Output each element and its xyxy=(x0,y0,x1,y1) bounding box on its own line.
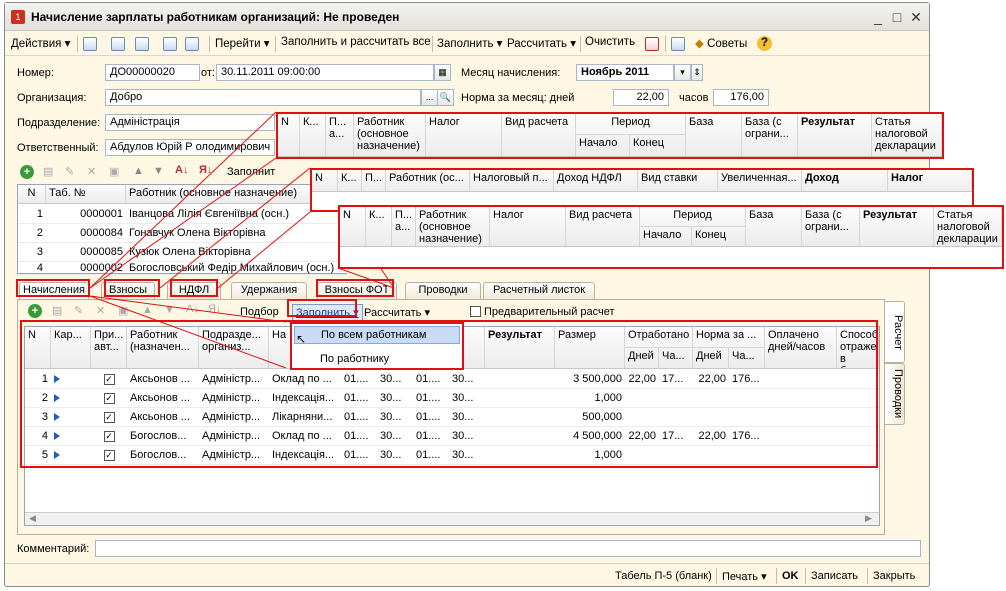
c1-col-p: П... а... xyxy=(326,114,354,156)
c1-col-base-lim: База (с ограни... xyxy=(742,114,798,156)
c2-col-income: Доход НДФЛ xyxy=(554,170,638,191)
c2-col-k: К... xyxy=(338,170,362,191)
c3-col-article: Статья налоговой декларации xyxy=(934,207,1002,246)
menu-item-by-worker[interactable]: По работнику xyxy=(294,350,460,368)
c2-col-p: П... xyxy=(362,170,386,191)
c3-col-p: П... а... xyxy=(392,207,416,246)
c3-col-worker: Работник (основное назначение) xyxy=(416,207,490,246)
fill-dropdown-menu: По всем работникам По работнику ↖ xyxy=(290,322,464,370)
c1-col-k: К... xyxy=(300,114,326,156)
c1-col-n: N xyxy=(278,114,300,156)
callout-vznosy: N К... П... а... Работник (основное назн… xyxy=(276,112,944,159)
c1-col-result: Результат xyxy=(798,114,872,156)
c2-col-worker: Работник (ос... xyxy=(386,170,470,191)
c1-col-tax: Налог xyxy=(426,114,502,156)
c2-col-tax-type: Налоговый п... xyxy=(470,170,554,191)
c1-col-base: База xyxy=(686,114,742,156)
c2-col-rate: Вид ставки xyxy=(638,170,718,191)
c3-col-period: Период xyxy=(640,207,746,227)
c3-col-base: База xyxy=(746,207,802,246)
c3-col-kind: Вид расчета xyxy=(566,207,640,246)
c2-col-n: N xyxy=(312,170,338,191)
c2-col-dohod: Доход xyxy=(802,170,888,191)
callout-vznosy-fot: N К... П... а... Работник (основное назн… xyxy=(338,205,1004,269)
c3-col-base-lim: База (с ограни... xyxy=(802,207,860,246)
c3-col-end: Конец xyxy=(692,227,746,247)
menu-item-all-workers[interactable]: По всем работникам xyxy=(294,326,460,344)
c3-col-k: К... xyxy=(366,207,392,246)
c3-col-start: Начало xyxy=(640,227,692,247)
c1-col-kind: Вид расчета xyxy=(502,114,576,156)
mouse-cursor-icon: ↖ xyxy=(296,332,307,346)
c1-col-period: Период xyxy=(576,114,686,135)
c1-col-article: Статья налоговой декларации xyxy=(872,114,942,156)
c2-col-nalog: Налог xyxy=(888,170,972,191)
c3-col-n: N xyxy=(340,207,366,246)
c1-col-start: Начало xyxy=(576,135,630,157)
c1-col-worker: Работник (основное назначение) xyxy=(354,114,426,156)
callout-lines xyxy=(89,111,395,369)
c3-col-tax: Налог xyxy=(490,207,566,246)
c2-col-increased: Увеличенная... xyxy=(718,170,802,191)
c3-col-result: Результат xyxy=(860,207,934,246)
c1-col-end: Конец xyxy=(630,135,686,157)
